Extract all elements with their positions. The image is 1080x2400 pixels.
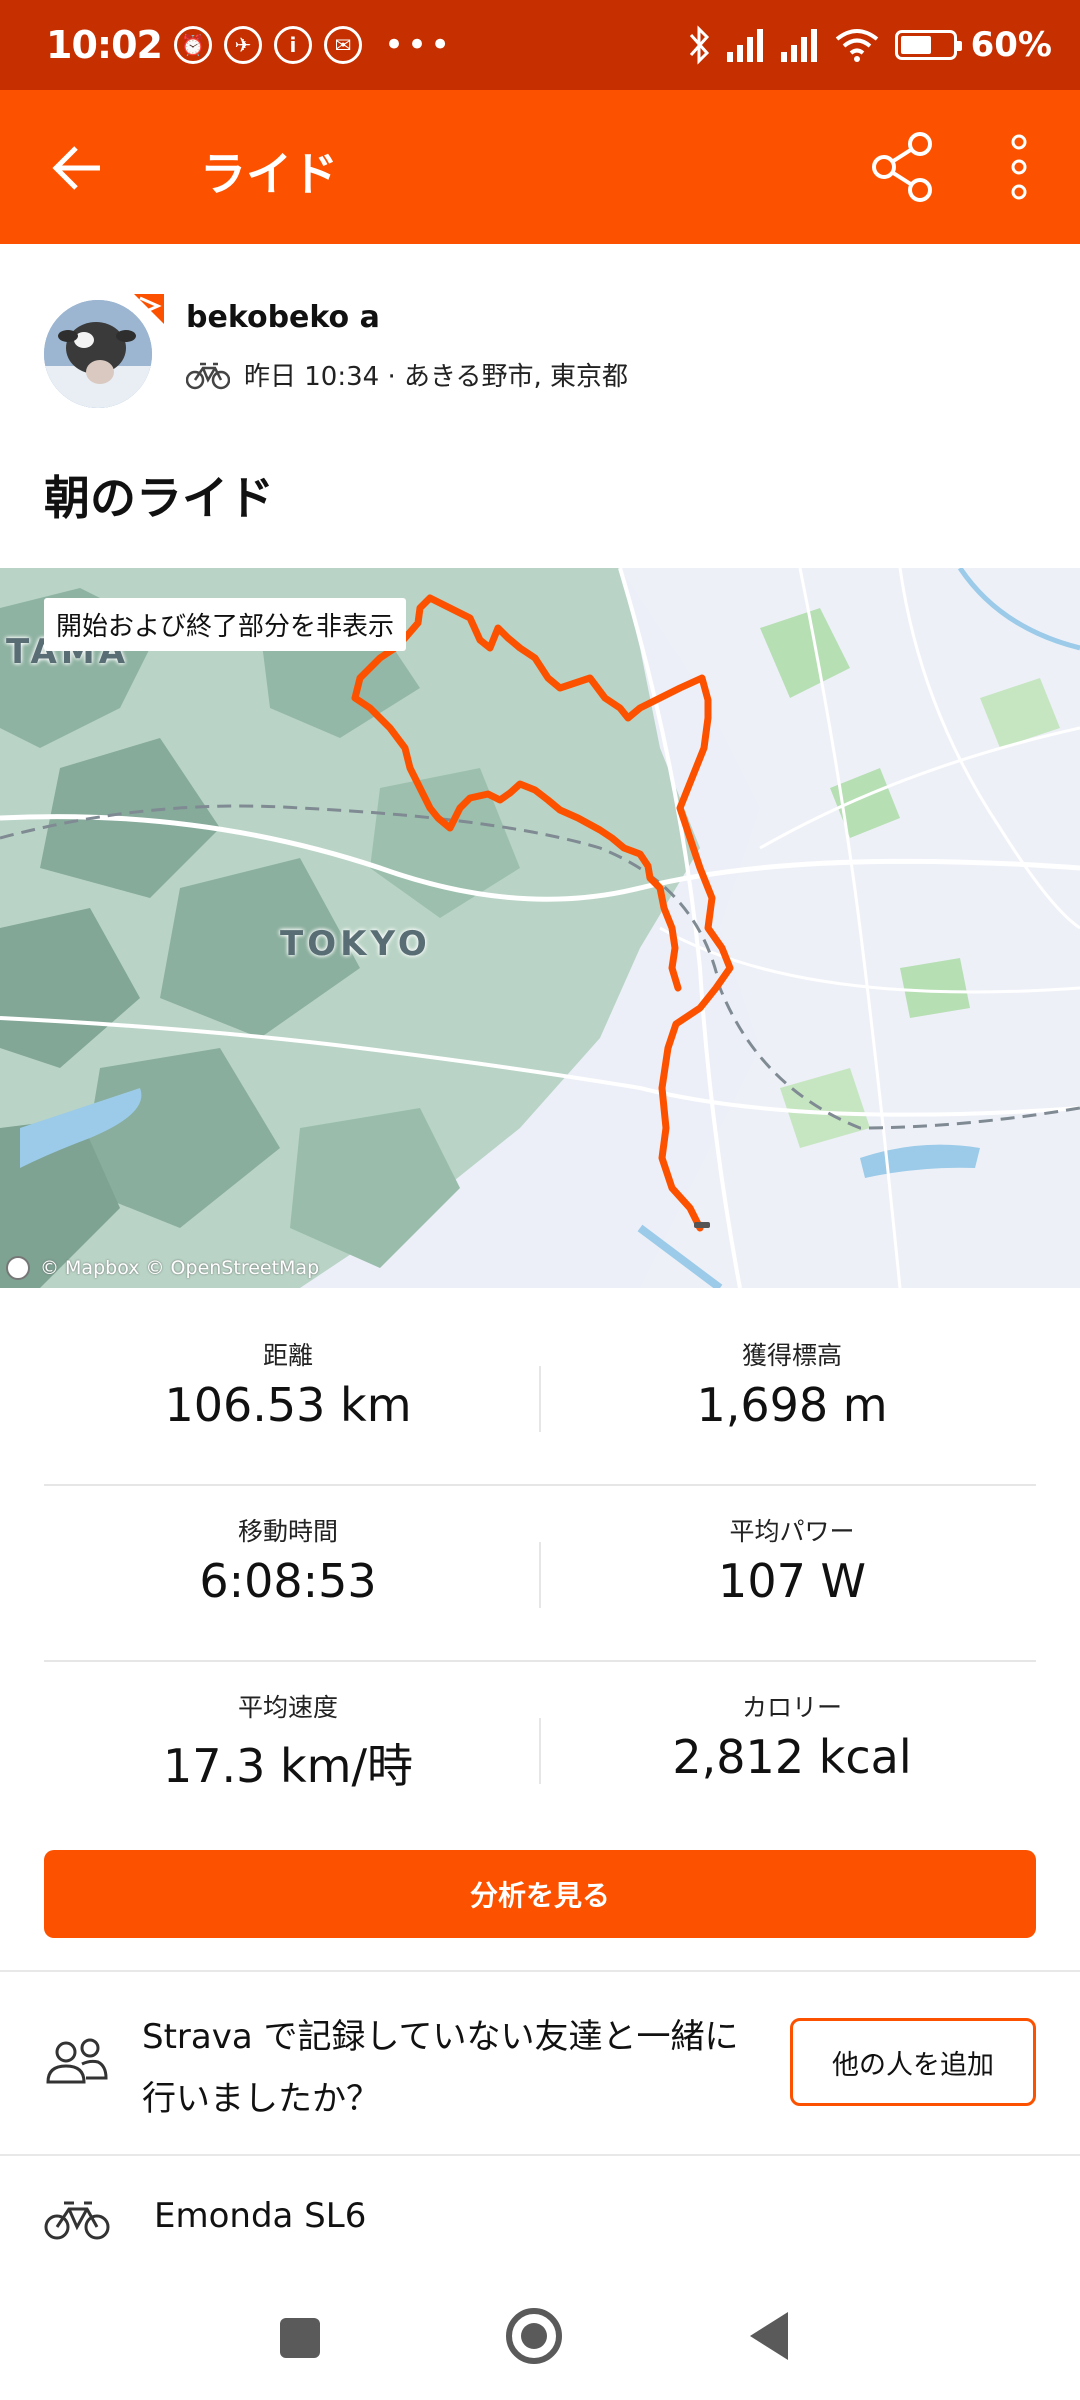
page-title: ライド: [200, 147, 338, 201]
battery-percent: 60%: [970, 25, 1052, 65]
add-others-button[interactable]: 他の人を追加: [790, 2018, 1036, 2106]
divider: [44, 1660, 1036, 1662]
share-icon[interactable]: [868, 130, 938, 204]
stat-avg-speed: 平均速度 17.3 km/時: [38, 1688, 538, 1796]
status-bar: 10:02 ⏰ ✈ i ✉ ••• 60%: [0, 0, 1080, 90]
link-icon: ✈: [223, 26, 262, 64]
recents-button[interactable]: [280, 2318, 320, 2358]
stat-value: 17.3 km/時: [163, 1739, 413, 1793]
divider: [539, 1542, 541, 1608]
overflow-menu-icon[interactable]: [1004, 132, 1034, 202]
info-icon: i: [273, 26, 312, 64]
stat-distance: 距離 106.53 km: [38, 1336, 538, 1432]
stat-moving-time: 移動時間 6:08:53: [38, 1512, 538, 1608]
friends-prompt-text: Strava で記録していない友達と一緒に行いましたか？: [142, 2017, 739, 2119]
stat-label: 獲得標高: [741, 1341, 842, 1370]
home-button[interactable]: [506, 2308, 562, 2364]
strava-badge-icon: [134, 294, 164, 324]
athlete-avatar[interactable]: [44, 292, 164, 408]
section-divider: [0, 1970, 1080, 1972]
stat-value: 107 W: [718, 1554, 866, 1608]
activity-title: 朝のライド: [44, 471, 274, 525]
route-map[interactable]: TAMA TOKYO: [0, 568, 1080, 1288]
back-arrow-icon[interactable]: [48, 138, 108, 198]
system-back-button[interactable]: [750, 2312, 788, 2360]
stat-value: 2,812 kcal: [672, 1730, 912, 1784]
bike-icon: [44, 2201, 110, 2240]
alarm-icon: ⏰: [173, 26, 212, 64]
privacy-label: 開始および終了部分を非表示: [44, 598, 407, 651]
more-notifications-icon: •••: [383, 25, 454, 65]
stat-label: 距離: [262, 1341, 313, 1370]
signal-icon: [726, 29, 763, 62]
bike-icon: [186, 362, 230, 389]
stat-label: 移動時間: [237, 1517, 338, 1546]
wifi-icon: [835, 29, 878, 62]
map-canvas: [0, 568, 1080, 1288]
notification-icons: ⏰ ✈ i ✉ •••: [173, 25, 454, 65]
map-attribution: © Mapbox © OpenStreetMap: [6, 1256, 319, 1280]
athlete-name[interactable]: bekobeko a: [186, 300, 380, 335]
divider: [44, 1484, 1036, 1486]
divider: [539, 1718, 541, 1784]
mapbox-logo-icon: [6, 1256, 30, 1280]
people-icon: [46, 2038, 108, 2084]
stat-avg-power: 平均パワー 107 W: [542, 1512, 1042, 1608]
stat-elevation: 獲得標高 1,698 m: [542, 1336, 1042, 1432]
stat-label: 平均速度: [237, 1693, 338, 1722]
gear-bike-name[interactable]: Emonda SL6: [154, 2196, 366, 2236]
section-divider: [0, 2154, 1080, 2156]
bluetooth-icon: [689, 25, 709, 65]
system-nav-bar: [0, 2290, 1080, 2400]
stat-label: 平均パワー: [729, 1517, 855, 1546]
stat-value: 1,698 m: [696, 1378, 888, 1432]
map-label-tokyo: TOKYO: [280, 924, 431, 964]
line-icon: ✉: [323, 26, 362, 64]
view-analysis-button[interactable]: 分析を見る: [44, 1850, 1036, 1938]
stat-value: 6:08:53: [199, 1554, 377, 1608]
status-time: 10:02: [46, 23, 163, 67]
app-bar: ライド: [0, 90, 1080, 244]
divider: [539, 1366, 541, 1432]
stat-value: 106.53 km: [164, 1378, 412, 1432]
battery-icon: [894, 30, 962, 60]
attribution-text[interactable]: © Mapbox © OpenStreetMap: [40, 1257, 319, 1279]
activity-meta-text: 昨日 10:34 · あきる野市, 東京都: [244, 362, 628, 392]
activity-meta: 昨日 10:34 · あきる野市, 東京都: [186, 356, 628, 393]
stat-calories: カロリー 2,812 kcal: [542, 1688, 1042, 1784]
stat-label: カロリー: [741, 1693, 842, 1722]
signal-icon-2: [780, 29, 817, 62]
